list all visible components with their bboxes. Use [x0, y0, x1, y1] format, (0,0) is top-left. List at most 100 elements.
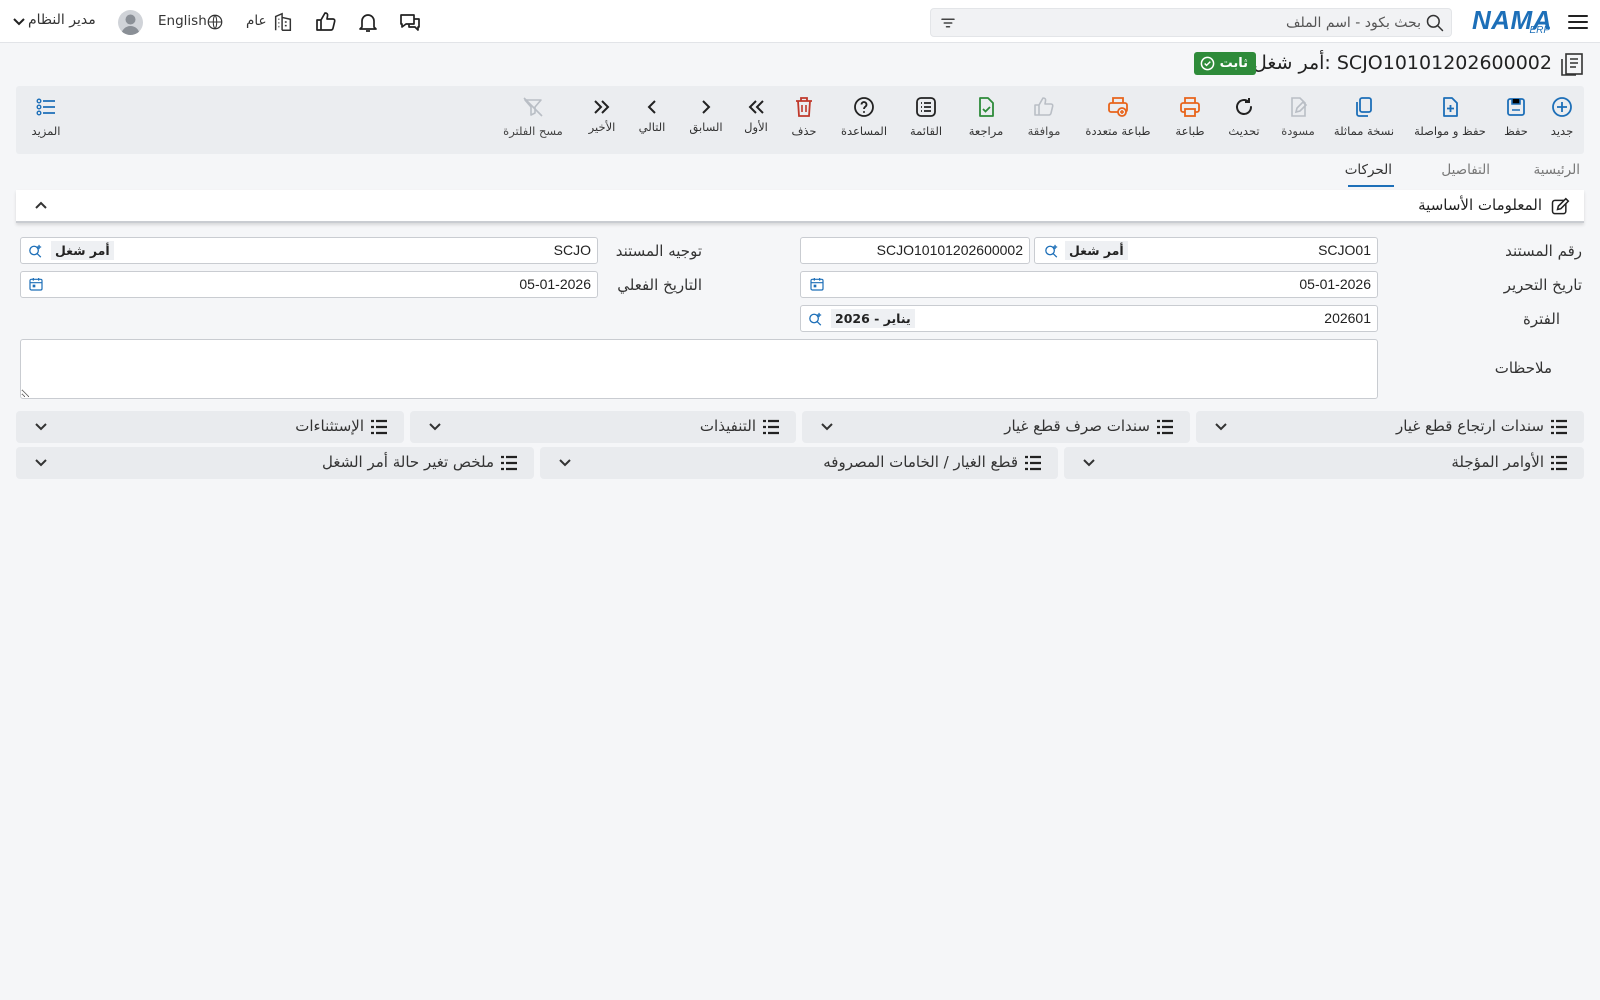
- list-icon: [1025, 455, 1041, 471]
- list-button[interactable]: القائمة: [900, 86, 952, 154]
- previous-record-button[interactable]: السابق: [686, 86, 726, 154]
- tab-details[interactable]: التفاصيل: [1441, 162, 1490, 178]
- spare-issues-panel[interactable]: سندات صرف قطع غيار: [802, 411, 1190, 443]
- delete-label: حذف: [791, 124, 817, 138]
- save-label: حفظ: [1504, 124, 1528, 138]
- printer-icon: [1180, 97, 1200, 117]
- next-record-button[interactable]: التالي: [632, 86, 672, 154]
- actual-date-field[interactable]: 05-01-2026: [20, 271, 598, 298]
- nama-logo[interactable]: NAMA ERP: [1470, 5, 1552, 37]
- plus-circle-icon: [1552, 97, 1572, 117]
- filter-icon[interactable]: [939, 14, 957, 32]
- company-label: عام: [246, 13, 267, 29]
- deferred-orders-panel[interactable]: الأوامر المؤجلة: [1064, 447, 1584, 479]
- chat-icon: [400, 14, 420, 31]
- search-input[interactable]: [981, 12, 1421, 33]
- list-bullets-icon: [36, 98, 55, 116]
- lookup-search-icon[interactable]: [27, 242, 44, 259]
- doc-direction-field[interactable]: SCJO أمر شغل: [20, 237, 598, 264]
- clear-filter-button[interactable]: مسح الفلترة: [498, 86, 568, 154]
- save-button[interactable]: حفظ: [1494, 86, 1538, 154]
- last-record-button[interactable]: الأخير: [582, 86, 622, 154]
- trash-icon: [796, 97, 812, 117]
- list-icon: [371, 419, 387, 435]
- spare-parts-consumed-panel[interactable]: قطع الغيار / الخامات المصروفه: [540, 447, 1058, 479]
- page-title: أمر شغل: SCJO10101202600002: [1252, 52, 1552, 74]
- approve-button[interactable]: موافقة: [1016, 86, 1072, 154]
- multi-print-label: طباعة متعددة: [1085, 124, 1151, 138]
- lookup-search-icon[interactable]: [807, 310, 824, 327]
- duplicate-button[interactable]: نسخة مماثلة: [1328, 86, 1400, 154]
- new-button[interactable]: جديد: [1540, 86, 1584, 154]
- save-continue-button[interactable]: حفظ و مواصلة: [1408, 86, 1492, 154]
- building-icon: [274, 12, 292, 31]
- period-value: 202601: [1324, 310, 1371, 326]
- doc-direction-label: توجيه المستند: [615, 242, 702, 260]
- chevron-down-icon: [1215, 423, 1227, 431]
- period-label: الفترة: [1523, 310, 1560, 328]
- document-tabs: الرئيسية التفاصيل الحركات: [1345, 158, 1586, 188]
- draft-button[interactable]: مسودة: [1274, 86, 1322, 154]
- review-button[interactable]: مراجعة: [958, 86, 1014, 154]
- list-label: القائمة: [909, 124, 943, 138]
- help-icon: [854, 97, 874, 117]
- period-tag: 2026 - يناير: [831, 309, 915, 328]
- doc-number-book-value: SCJO01: [1318, 242, 1371, 258]
- help-button[interactable]: المساعدة: [832, 86, 896, 154]
- period-field[interactable]: 202601 2026 - يناير: [800, 305, 1378, 332]
- doc-number-book-field[interactable]: SCJO01 أمر شغل: [1034, 237, 1378, 264]
- notifications-button[interactable]: [356, 10, 380, 34]
- global-search: [930, 8, 1452, 37]
- more-button[interactable]: المزيد: [24, 86, 68, 154]
- chevron-down-icon: [13, 18, 25, 26]
- document-icon: [1561, 53, 1583, 76]
- refresh-button[interactable]: تحديث: [1220, 86, 1268, 154]
- doc-direction-value: SCJO: [553, 242, 591, 258]
- search-icon[interactable]: [1425, 13, 1445, 33]
- thumbs-up-icon: [316, 12, 336, 31]
- issue-date-field[interactable]: 05-01-2026: [800, 271, 1378, 298]
- delete-button[interactable]: حذف: [784, 86, 824, 154]
- globe-icon: [207, 14, 223, 30]
- likes-button[interactable]: [314, 10, 338, 34]
- doc-number-code-value: SCJO10101202600002: [876, 242, 1023, 258]
- exceptions-panel[interactable]: الإستثناءات: [16, 411, 404, 443]
- approve-label: موافقة: [1027, 124, 1061, 138]
- refresh-label: تحديث: [1228, 124, 1260, 138]
- executions-panel[interactable]: التنفيذات: [410, 411, 796, 443]
- chevron-down-icon: [35, 423, 47, 431]
- chevron-right-icon: [702, 100, 711, 114]
- double-chevron-right-icon: [594, 100, 610, 114]
- print-label: طباعة: [1175, 124, 1205, 138]
- document-title-bar: أمر شغل: SCJO10101202600002 ثابت: [1193, 50, 1586, 80]
- chevron-down-icon: [821, 423, 833, 431]
- next-label: التالي: [638, 120, 666, 134]
- list-icon: [1551, 419, 1567, 435]
- hamburger-menu-button[interactable]: [1566, 10, 1590, 34]
- multi-print-button[interactable]: طباعة متعددة: [1076, 86, 1160, 154]
- doc-number-code-field[interactable]: SCJO10101202600002: [800, 237, 1030, 264]
- basic-info-section-header[interactable]: المعلومات الأساسية: [16, 190, 1584, 223]
- lookup-search-icon[interactable]: [1043, 242, 1060, 259]
- tab-movements[interactable]: الحركات: [1345, 162, 1392, 178]
- list-icon: [1157, 419, 1173, 435]
- tab-main[interactable]: الرئيسية: [1534, 162, 1581, 178]
- file-check-icon: [979, 97, 994, 117]
- calendar-icon[interactable]: [809, 276, 825, 292]
- calendar-icon[interactable]: [28, 276, 44, 292]
- spare-parts-consumed-title: قطع الغيار / الخامات المصروفه: [823, 453, 1018, 471]
- review-label: مراجعة: [968, 124, 1004, 138]
- status-change-summary-panel[interactable]: ملخص تغير حالة أمر الشغل: [16, 447, 534, 479]
- messages-button[interactable]: [398, 10, 422, 34]
- check-circle-icon: [1200, 56, 1214, 71]
- spare-returns-panel[interactable]: سندات ارتجاع قطع غيار: [1196, 411, 1584, 443]
- notes-textarea[interactable]: [20, 339, 1378, 399]
- first-record-button[interactable]: الأول: [736, 86, 776, 154]
- copy-icon: [1356, 97, 1372, 117]
- print-button[interactable]: طباعة: [1166, 86, 1214, 154]
- doc-number-book-tag: أمر شغل: [1065, 241, 1128, 260]
- user-name: مدير النظام: [28, 12, 96, 28]
- bell-icon: [359, 14, 377, 32]
- list-icon: [501, 455, 517, 471]
- chevron-left-icon: [647, 100, 656, 114]
